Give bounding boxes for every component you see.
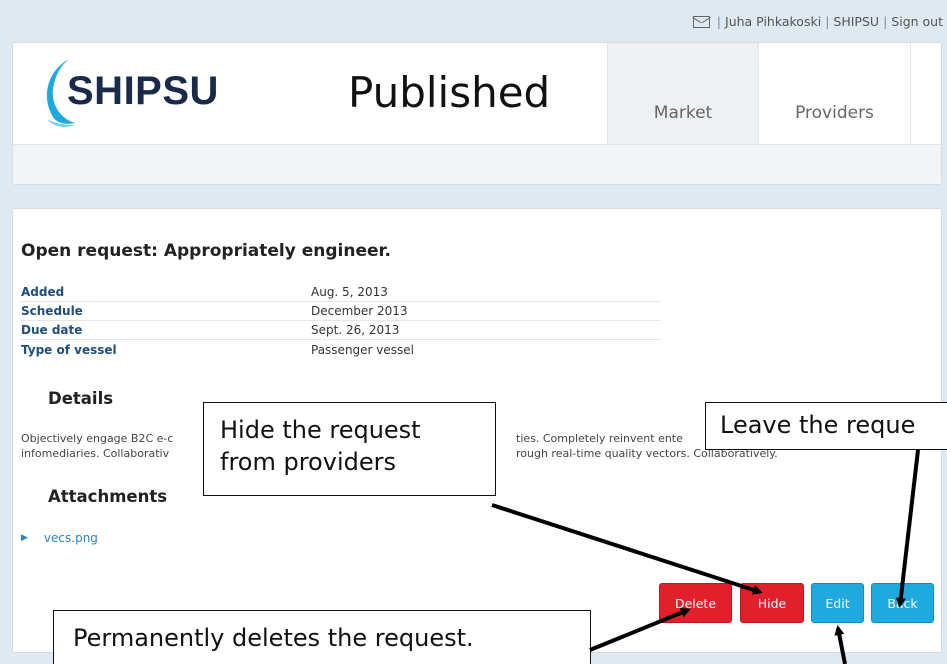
shipsu-logo[interactable]: SHIPSU [35, 53, 219, 129]
info-value: Aug. 5, 2013 [311, 285, 388, 299]
info-label: Type of vessel [21, 342, 117, 357]
separator: | [825, 14, 830, 29]
user-name-link[interactable]: Juha Pihkakoski [725, 14, 821, 29]
info-value: Passenger vessel [311, 342, 414, 357]
sign-out-link[interactable]: Sign out [891, 14, 943, 29]
page-title: Published [348, 68, 551, 117]
details-line-1-start: Objectively engage B2C e-c [21, 432, 174, 445]
triangle-bullet-icon: ▶ [21, 533, 28, 543]
header: SHIPSU Published Market Providers [12, 42, 942, 185]
info-value: Sept. 26, 2013 [311, 323, 400, 337]
request-info-table: Added Aug. 5, 2013 Schedule December 201… [21, 283, 661, 359]
attachment-link[interactable]: vecs.png [44, 531, 98, 545]
company-link[interactable]: SHIPSU [833, 14, 879, 29]
tab-providers[interactable]: Providers [758, 43, 910, 144]
info-value: December 2013 [311, 304, 408, 318]
details-line-2-start: infomediaries. Collaborativ [21, 447, 170, 460]
delete-button[interactable]: Delete [659, 583, 732, 623]
callout-text: Hide the request [220, 416, 421, 444]
edit-button[interactable]: Edit [811, 583, 864, 623]
info-row: Due date Sept. 26, 2013 [21, 321, 661, 340]
leave-callout: Leave the reque [705, 402, 947, 450]
attachments-heading: Attachments [48, 487, 168, 506]
tab-market[interactable]: Market [607, 43, 758, 144]
separator: | [716, 14, 722, 29]
info-label: Due date [21, 323, 83, 337]
details-heading: Details [48, 389, 114, 408]
info-row: Added Aug. 5, 2013 [21, 283, 661, 302]
logo-text: SHIPSU [67, 68, 219, 113]
attachment-item[interactable]: ▶ vecs.png [21, 531, 98, 545]
details-line-1-end: ties. Completely reinvent ente [516, 432, 683, 445]
hide-callout: Hide the request from providers [203, 402, 496, 496]
header-subbar [13, 144, 941, 184]
callout-text: Permanently deletes the request. [73, 624, 474, 652]
user-bar: | Juha Pihkakoski | SHIPSU | Sign out [692, 14, 943, 29]
callout-text: Leave the reque [720, 411, 916, 439]
callout-text: from providers [220, 448, 396, 476]
mail-icon[interactable] [692, 15, 710, 28]
info-row: Schedule December 2013 [21, 302, 661, 321]
info-label: Added [21, 285, 65, 299]
separator: | [883, 14, 888, 29]
request-title: Open request: Appropriately engineer. [21, 241, 391, 261]
tab-more[interactable] [910, 43, 943, 144]
hide-button[interactable]: Hide [740, 583, 804, 623]
info-label: Schedule [21, 304, 83, 318]
info-row: Type of vessel Passenger vessel [21, 340, 661, 359]
back-button[interactable]: Back [871, 583, 934, 623]
delete-callout: Permanently deletes the request. [53, 610, 591, 664]
